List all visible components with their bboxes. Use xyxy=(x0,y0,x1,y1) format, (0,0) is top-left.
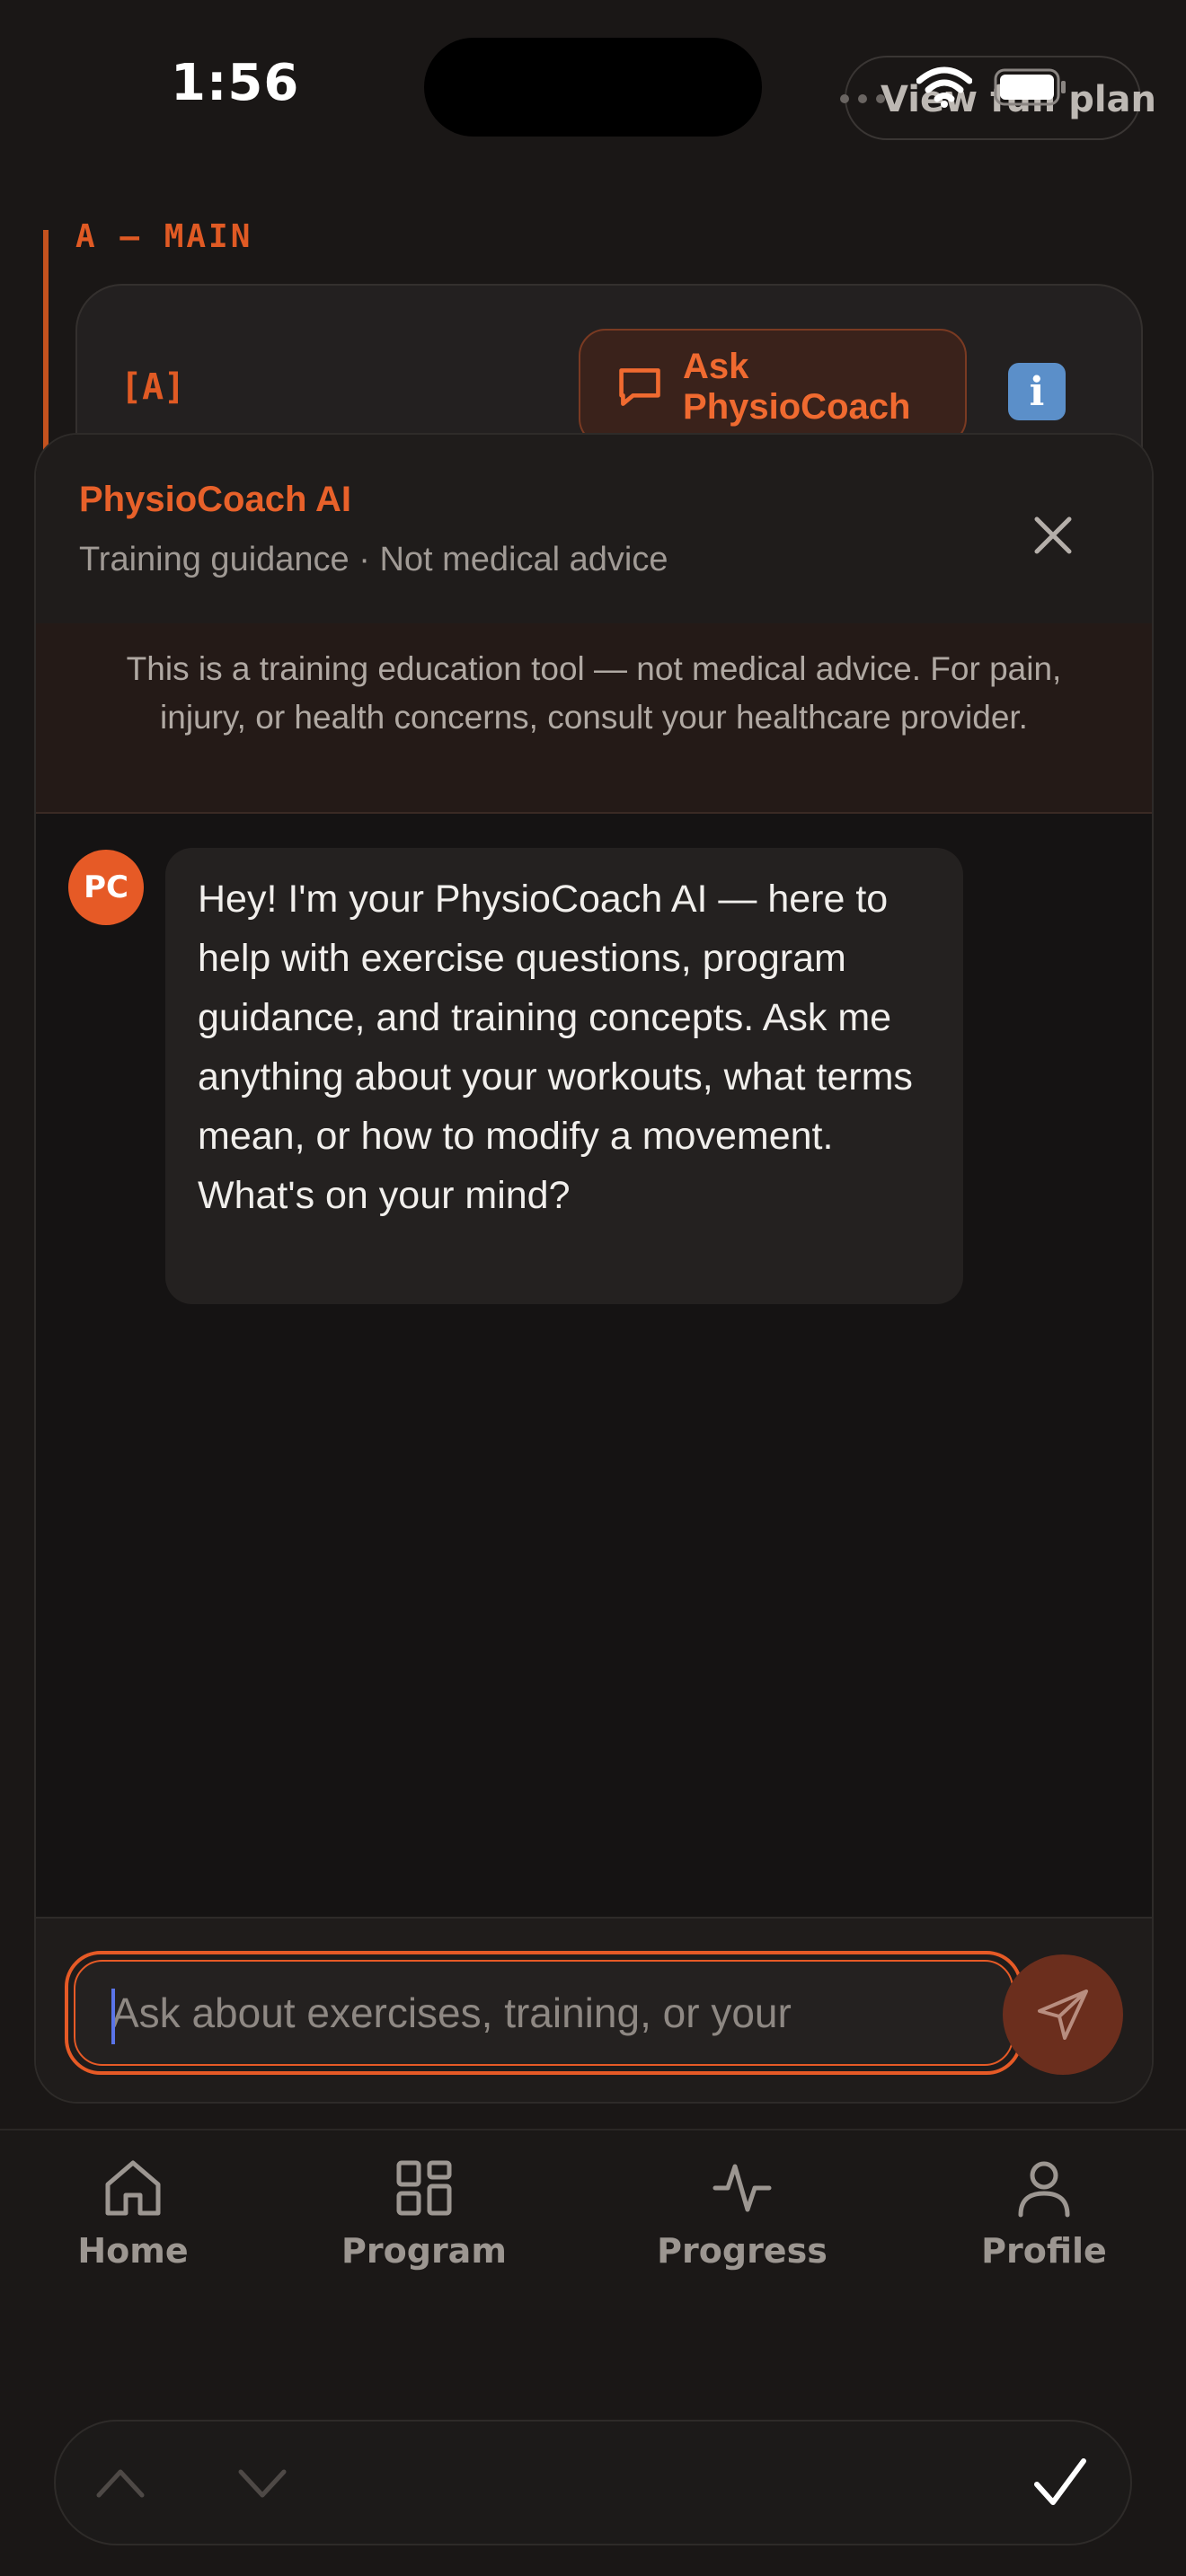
chat-bubble-icon xyxy=(619,368,660,406)
ask-physiocoach-label: Ask PhysioCoach xyxy=(683,347,911,427)
send-icon xyxy=(1038,1989,1088,2040)
sheet-subtitle: Training guidance · Not medical advice xyxy=(79,541,668,578)
status-time: 1:56 xyxy=(171,54,300,112)
chevron-up-icon[interactable] xyxy=(93,2461,147,2501)
tab-progress-label: Progress xyxy=(657,2231,828,2271)
card-tag: [A] xyxy=(120,366,186,408)
activity-icon xyxy=(712,2164,772,2212)
tab-home[interactable]: Home xyxy=(43,2157,223,2271)
wifi-icon xyxy=(916,66,972,108)
section-label: A — MAIN xyxy=(75,218,253,255)
checkmark-icon[interactable] xyxy=(1031,2456,1089,2510)
tab-profile-label: Profile xyxy=(981,2231,1107,2271)
chat-sheet: PhysioCoach AI Training guidance · Not m… xyxy=(34,433,1154,2104)
user-icon xyxy=(1018,2161,1070,2218)
close-icon xyxy=(1034,516,1072,554)
tab-progress[interactable]: Progress xyxy=(652,2157,832,2271)
close-button[interactable] xyxy=(1024,507,1082,564)
tab-program[interactable]: Program xyxy=(334,2157,514,2271)
send-button[interactable] xyxy=(1003,1954,1123,2075)
tab-profile[interactable]: Profile xyxy=(954,2157,1134,2271)
battery-icon xyxy=(994,68,1066,106)
home-icon xyxy=(105,2160,161,2216)
grid-icon xyxy=(396,2160,452,2216)
tab-home-label: Home xyxy=(77,2231,189,2271)
info-icon[interactable]: i xyxy=(1008,363,1066,420)
ask-physiocoach-button[interactable]: Ask PhysioCoach xyxy=(579,329,967,446)
chevron-down-icon[interactable] xyxy=(235,2465,289,2504)
message-input-container xyxy=(74,1960,1013,2066)
avatar: PC xyxy=(68,850,144,925)
signal-dots-icon xyxy=(840,94,885,103)
message-composer xyxy=(36,1917,1152,2102)
keyboard-accessory-bar xyxy=(54,2420,1132,2545)
tab-bar: Home Program Progress Profile xyxy=(0,2129,1186,2310)
sheet-header: PhysioCoach AI Training guidance · Not m… xyxy=(36,435,1152,625)
message-input[interactable] xyxy=(75,1962,1012,2064)
message-input-focus-ring xyxy=(65,1951,1022,2075)
tab-program-label: Program xyxy=(341,2231,507,2271)
text-caret xyxy=(111,1989,115,2044)
assistant-message: Hey! I'm your PhysioCoach AI — here to h… xyxy=(165,848,963,1304)
dynamic-island xyxy=(424,38,762,137)
disclaimer-banner: This is a training education tool — not … xyxy=(36,623,1152,814)
sheet-title: PhysioCoach AI xyxy=(79,480,352,519)
